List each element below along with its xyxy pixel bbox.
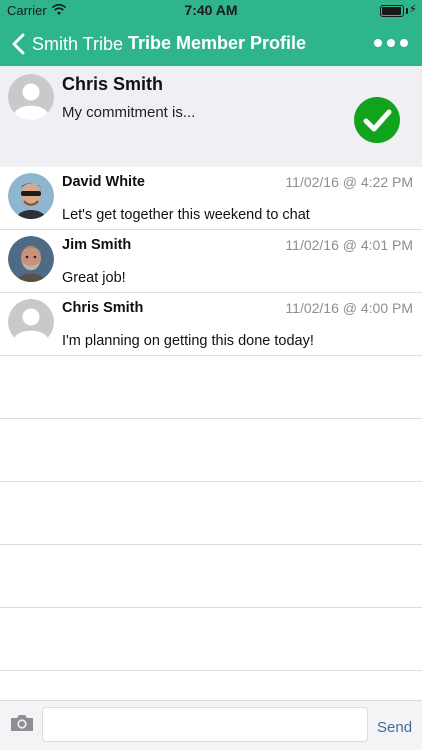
chevron-left-icon [12, 33, 25, 55]
member-profile: Chris Smith My commitment is... [0, 66, 422, 167]
list-item[interactable]: David White 11/02/16 @ 4:22 PM Let's get… [0, 167, 422, 230]
avatar [8, 299, 54, 345]
status-bar: Carrier 7:40 AM ⚡︎ [0, 0, 422, 22]
message-text: I'm planning on getting this done today! [62, 333, 314, 349]
message-text: Let's get together this weekend to chat [62, 207, 310, 223]
empty-row [0, 545, 422, 608]
timestamp: 11/02/16 @ 4:22 PM [285, 174, 413, 190]
back-label: Smith Tribe [32, 33, 124, 54]
avatar-photo-icon [8, 173, 54, 219]
empty-row [0, 356, 422, 419]
list-item[interactable]: Chris Smith 11/02/16 @ 4:00 PM I'm plann… [0, 293, 422, 356]
member-name: Chris Smith [62, 74, 164, 94]
status-time: 7:40 AM [184, 2, 238, 18]
empty-row [0, 419, 422, 482]
battery-icon [380, 5, 404, 17]
sender-name: David White [62, 174, 145, 190]
list-item[interactable]: Jim Smith 11/02/16 @ 4:01 PM Great job! [0, 230, 422, 293]
default-avatar-icon [8, 299, 54, 345]
header: Carrier 7:40 AM ⚡︎ Smith Tribe Tribe Mem… [0, 0, 422, 66]
more-dot-icon [387, 39, 395, 47]
commitment-text: My commitment is... [62, 104, 196, 121]
timestamp: 11/02/16 @ 4:01 PM [285, 237, 413, 253]
checkmark-icon [363, 109, 392, 132]
app: Carrier 7:40 AM ⚡︎ Smith Tribe Tribe Mem… [0, 0, 422, 750]
sender-name: Jim Smith [62, 237, 132, 253]
avatar [8, 74, 54, 120]
message-list[interactable]: David White 11/02/16 @ 4:22 PM Let's get… [0, 167, 422, 700]
back-button[interactable]: Smith Tribe [10, 30, 123, 58]
battery-level [382, 7, 401, 15]
avatar [8, 236, 54, 282]
default-avatar-icon [8, 74, 54, 120]
message-text: Great job! [62, 270, 126, 286]
timestamp: 11/02/16 @ 4:00 PM [285, 300, 413, 316]
sender-name: Chris Smith [62, 300, 144, 316]
more-dot-icon [400, 39, 408, 47]
empty-row [0, 482, 422, 545]
complete-button[interactable] [354, 97, 400, 143]
send-button[interactable]: Send [377, 719, 412, 736]
avatar-photo-icon [8, 236, 54, 282]
message-composer: Send [0, 700, 422, 750]
camera-icon[interactable] [9, 713, 35, 733]
message-input[interactable] [42, 707, 368, 742]
more-dot-icon [374, 39, 382, 47]
empty-row [0, 608, 422, 671]
nav-bar: Smith Tribe Tribe Member Profile [0, 22, 422, 66]
page-title: Tribe Member Profile [128, 33, 307, 53]
avatar [8, 173, 54, 219]
charging-icon: ⚡︎ [408, 2, 417, 16]
more-options-button[interactable] [374, 32, 408, 54]
